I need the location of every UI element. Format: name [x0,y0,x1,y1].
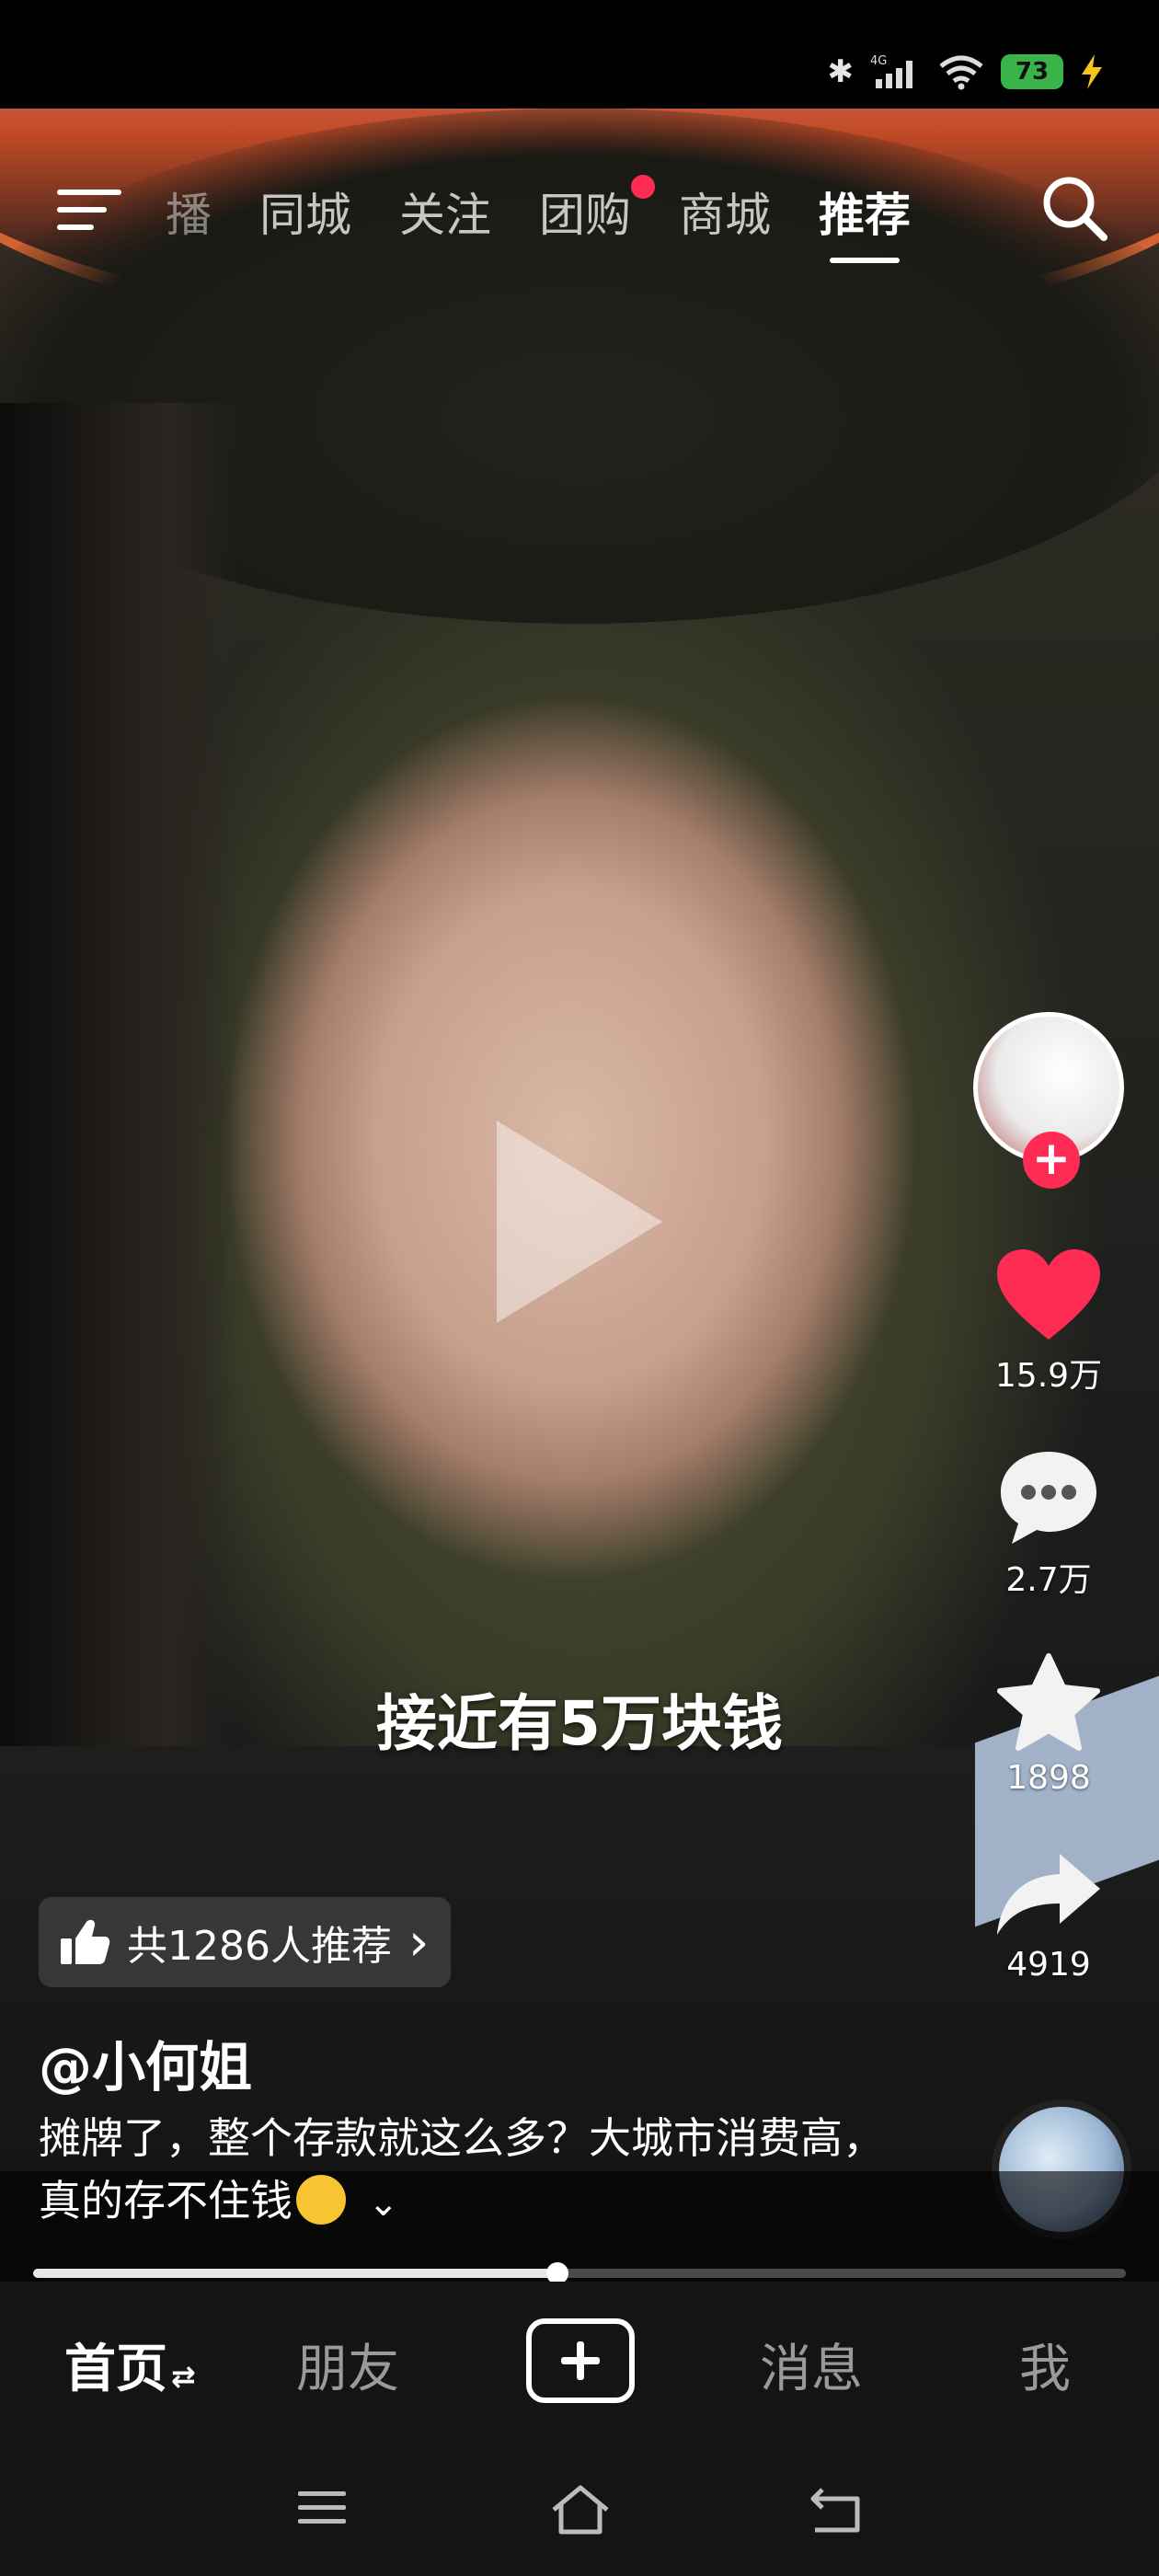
nav-home-label: 首页 [64,2340,167,2399]
home-icon[interactable] [548,2482,613,2537]
system-nav-bar [0,2447,1159,2576]
svg-text:4G: 4G [870,54,887,68]
plus-icon [561,2341,600,2380]
like-count: 15.9万 [994,1357,1103,1395]
tab-label: 关注 [399,189,491,242]
battery-indicator: 73 [1001,54,1063,89]
top-nav: 播 同城 关注 团购 商城 推荐 [0,156,1159,263]
search-icon[interactable] [1038,171,1111,245]
video-subtitle: 接近有5万块钱 [376,1688,783,1759]
description-text: 摊牌了，整个存款就这么多？大城市消费高，真的存不住钱 [39,2113,885,2225]
recommend-count-label: 共1286人推荐 [127,1923,392,1970]
charging-icon [1082,54,1102,89]
tab-nearby[interactable]: 同城 [259,178,351,245]
comment-button[interactable]: 2.7万 [995,1448,1102,1601]
cellular-signal-icon: 4G [870,54,912,88]
nav-friends[interactable]: 朋友 [296,2328,399,2402]
video-progress-bar[interactable] [33,2262,1126,2284]
like-button[interactable]: 15.9万 [995,1248,1102,1397]
laughing-emoji-icon [296,2175,346,2225]
menu-icon[interactable] [57,184,121,236]
share-button[interactable]: 4919 [993,1848,1104,1984]
tab-label: 播 [166,189,212,242]
nav-messages[interactable]: 消息 [760,2328,863,2402]
wifi-icon [939,55,983,90]
heart-icon [996,1249,1100,1340]
bluetooth-icon: ✱ [827,53,855,90]
tab-label: 商城 [679,189,771,242]
follow-button[interactable]: + [1023,1132,1080,1189]
notification-dot [631,175,655,199]
tab-label: 推荐 [819,189,911,242]
create-button[interactable] [526,2318,635,2403]
thumbs-up-icon [61,1919,110,1964]
chevron-down-icon[interactable]: ⌄ [368,2182,399,2225]
share-icon [997,1854,1100,1935]
bottom-nav: 首页 ⇄ 朋友 消息 我 [0,2282,1159,2447]
tab-group-buy[interactable]: 团购 [539,175,655,245]
author-name[interactable]: @小何姐 [39,2024,252,2101]
chevron-right-icon: › [407,1912,430,1972]
tab-label: 同城 [259,189,351,242]
status-icons: ✱ 4G 73 [828,53,1105,90]
creator-avatar[interactable]: + [973,1012,1124,1189]
video-description[interactable]: 摊牌了，整个存款就这么多？大城市消费高，真的存不住钱 ⌄ [39,2107,903,2235]
action-column: + 15.9万 2.7万 1898 4919 [957,1012,1141,1984]
status-bar: ✱ 4G 73 [0,0,1159,109]
favorite-count: 1898 [1006,1759,1091,1797]
top-tabs: 播 同城 关注 团购 商城 推荐 [166,175,958,263]
recommend-chip[interactable]: 共1286人推荐 › [39,1897,452,1987]
back-icon[interactable] [806,2482,866,2537]
comment-count: 2.7万 [1005,1561,1092,1599]
tab-recommend[interactable]: 推荐 [819,178,911,263]
nav-home[interactable]: 首页 ⇄ [64,2328,196,2402]
tab-mall[interactable]: 商城 [679,178,771,245]
progress-fill [33,2269,558,2278]
refresh-arrows-icon: ⇄ [171,2359,196,2394]
recent-apps-icon[interactable] [294,2482,350,2534]
tab-following[interactable]: 关注 [399,178,491,245]
tab-live[interactable]: 播 [166,178,212,245]
play-icon[interactable] [497,1121,662,1323]
comment-icon [1001,1452,1096,1544]
nav-me[interactable]: 我 [1019,2328,1071,2402]
share-count: 4919 [1006,1946,1091,1984]
tab-label: 团购 [539,189,631,242]
